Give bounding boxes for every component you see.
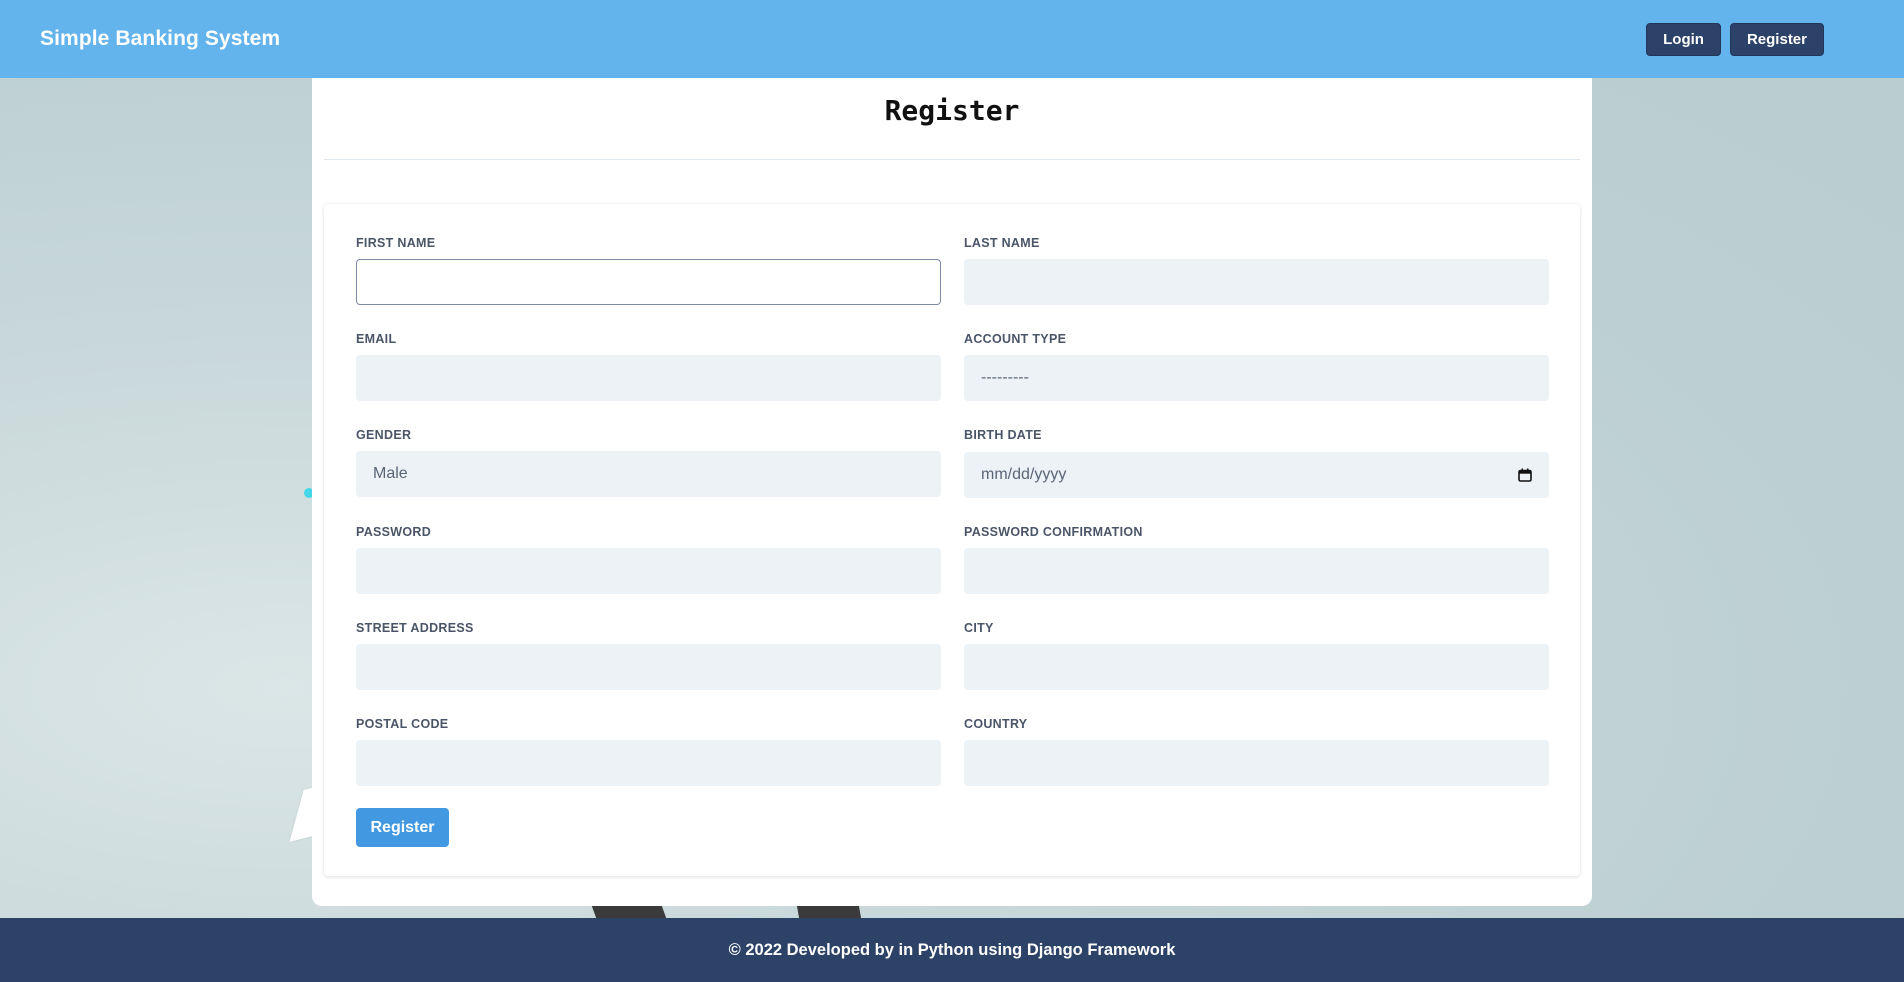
birth-date-placeholder: mm/dd/yyyy bbox=[981, 466, 1067, 483]
city-label: CITY bbox=[964, 621, 994, 635]
password-label: PASSWORD bbox=[356, 525, 432, 539]
background-illustration-shape bbox=[796, 906, 862, 918]
gender-label: GENDER bbox=[356, 428, 412, 442]
top-navbar: Simple Banking System Login Register bbox=[0, 0, 1904, 78]
register-submit-button[interactable]: Register bbox=[356, 808, 449, 847]
last-name-label: LAST NAME bbox=[964, 236, 1040, 250]
gender-value: Male bbox=[373, 465, 408, 482]
account-type-select[interactable]: --------- bbox=[964, 355, 1549, 401]
nav-actions: Login Register bbox=[1646, 22, 1824, 56]
postal-code-input[interactable] bbox=[356, 740, 941, 786]
first-name-label: FIRST NAME bbox=[356, 236, 436, 250]
password-input[interactable] bbox=[356, 548, 941, 594]
birth-date-input[interactable]: mm/dd/yyyy bbox=[964, 452, 1549, 498]
street-address-input[interactable] bbox=[356, 644, 941, 690]
street-address-label: STREET ADDRESS bbox=[356, 621, 474, 635]
calendar-icon[interactable] bbox=[1518, 468, 1532, 482]
register-nav-button[interactable]: Register bbox=[1729, 22, 1824, 56]
title-divider bbox=[324, 159, 1580, 160]
register-card: Register FIRST NAME LAST NAME EMAIL ACCO… bbox=[312, 78, 1592, 906]
footer: © 2022 Developed by in Python using Djan… bbox=[0, 918, 1904, 982]
country-input[interactable] bbox=[964, 740, 1549, 786]
register-form: FIRST NAME LAST NAME EMAIL ACCOUNT TYPE … bbox=[324, 204, 1580, 876]
login-button[interactable]: Login bbox=[1646, 22, 1721, 56]
password-confirmation-label: PASSWORD CONFIRMATION bbox=[964, 525, 1143, 539]
gender-select[interactable]: Male bbox=[356, 451, 941, 497]
last-name-input[interactable] bbox=[964, 259, 1549, 305]
country-label: COUNTRY bbox=[964, 717, 1028, 731]
background-illustration-shape bbox=[591, 906, 667, 918]
page-title: Register bbox=[884, 94, 1020, 127]
city-input[interactable] bbox=[964, 644, 1549, 690]
account-type-value: --------- bbox=[981, 369, 1029, 386]
footer-text: © 2022 Developed by in Python using Djan… bbox=[728, 940, 1176, 959]
birth-date-label: BIRTH DATE bbox=[964, 428, 1042, 442]
postal-code-label: POSTAL CODE bbox=[356, 717, 449, 731]
email-label: EMAIL bbox=[356, 332, 397, 346]
password-confirmation-input[interactable] bbox=[964, 548, 1549, 594]
account-type-label: ACCOUNT TYPE bbox=[964, 332, 1067, 346]
email-input[interactable] bbox=[356, 355, 941, 401]
first-name-input[interactable] bbox=[356, 259, 941, 305]
brand-title[interactable]: Simple Banking System bbox=[40, 27, 280, 51]
